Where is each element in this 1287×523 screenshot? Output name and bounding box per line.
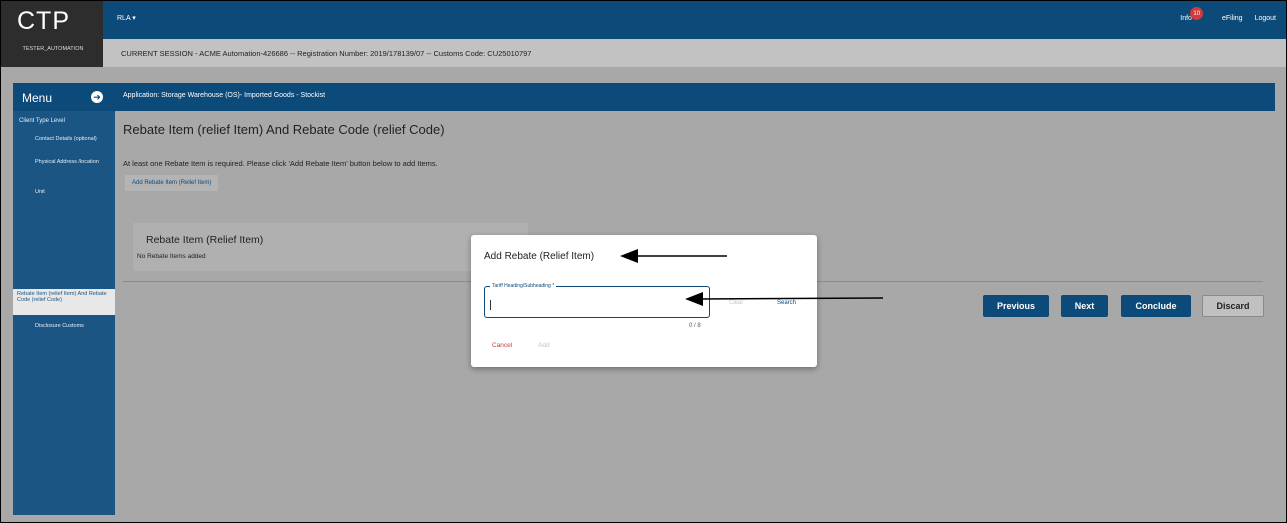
chevron-down-icon: ▾: [132, 15, 136, 22]
efiling-link[interactable]: eFiling: [1222, 15, 1243, 22]
sidebar-section-title: Client Type Level: [19, 118, 65, 124]
sidebar: Menu ➜ Client Type Level Contact Details…: [13, 83, 115, 515]
tariff-heading-field[interactable]: Tariff Heading/Subheading *: [484, 283, 710, 318]
info-count-badge: 10: [1190, 7, 1204, 20]
empty-state-text: No Rebate Items added: [137, 253, 206, 260]
previous-button[interactable]: Previous: [983, 295, 1049, 317]
app-window: RLA ▾ Info 10 eFiling Logout CTP TESTER_…: [0, 0, 1287, 523]
logout-link[interactable]: Logout: [1255, 15, 1276, 22]
sidebar-item-label: Rebate Item (relief Item) And Rebate Cod…: [17, 291, 107, 303]
add-rebate-item-button[interactable]: Add Rebate Item (Relief Item): [125, 175, 219, 191]
cancel-button[interactable]: Cancel: [492, 342, 512, 349]
top-right-links: Info 10 eFiling Logout: [1180, 7, 1276, 22]
add-button[interactable]: Add: [538, 342, 550, 349]
character-counter: 0 / 8: [689, 323, 701, 329]
menu-header: Menu ➜: [13, 83, 115, 111]
sidebar-item-unit[interactable]: Unit: [35, 189, 111, 196]
logo-panel: CTP TESTER_AUTOMATION: [1, 1, 103, 67]
user-name: TESTER_AUTOMATION: [22, 46, 84, 52]
session-info: CURRENT SESSION - ACME Automation-426686…: [121, 49, 532, 58]
card-title: Rebate Item (Relief Item): [146, 234, 264, 246]
arrow-right-icon[interactable]: ➜: [91, 91, 103, 103]
add-rebate-dialog: Add Rebate (Relief Item) Tariff Heading/…: [471, 235, 817, 367]
spacer-band: [1, 67, 1286, 82]
sidebar-item-disclosure-customs[interactable]: Disclosure Customs: [35, 323, 111, 330]
discard-button[interactable]: Discard: [1202, 295, 1264, 317]
search-button[interactable]: Search: [777, 300, 796, 306]
dialog-title: Add Rebate (Relief Item): [484, 251, 595, 262]
menu-label: Menu: [22, 91, 53, 105]
session-bar: CURRENT SESSION - ACME Automation-426686…: [103, 39, 1286, 67]
sidebar-item-contact-details[interactable]: Contact Details (optional): [35, 136, 111, 143]
rebate-items-card: Rebate Item (Relief Item) No Rebate Item…: [133, 223, 528, 271]
info-link[interactable]: Info 10: [1180, 7, 1204, 22]
sidebar-item-rebate-item[interactable]: Rebate Item (relief Item) And Rebate Cod…: [13, 289, 115, 315]
app-switch-label: RLA: [117, 15, 131, 22]
next-button[interactable]: Next: [1061, 295, 1108, 317]
tariff-heading-input[interactable]: [489, 298, 699, 312]
top-bar: RLA ▾ Info 10 eFiling Logout: [1, 1, 1286, 39]
instruction-text: At least one Rebate Item is required. Pl…: [123, 159, 438, 168]
sidebar-item-physical-address[interactable]: Physical Address /location: [35, 159, 111, 166]
page-title: Rebate Item (relief Item) And Rebate Cod…: [123, 122, 445, 137]
conclude-button[interactable]: Conclude: [1121, 295, 1191, 317]
application-header: Application: Storage Warehouse (OS)- Imp…: [115, 83, 1275, 111]
tariff-heading-label: Tariff Heading/Subheading *: [490, 283, 557, 289]
text-caret: [490, 300, 491, 310]
application-title: Application: Storage Warehouse (OS)- Imp…: [123, 92, 326, 99]
ctp-logo: CTP: [17, 7, 70, 35]
app-switch-menu[interactable]: RLA ▾: [117, 14, 136, 22]
clear-button[interactable]: Clear: [729, 300, 743, 306]
